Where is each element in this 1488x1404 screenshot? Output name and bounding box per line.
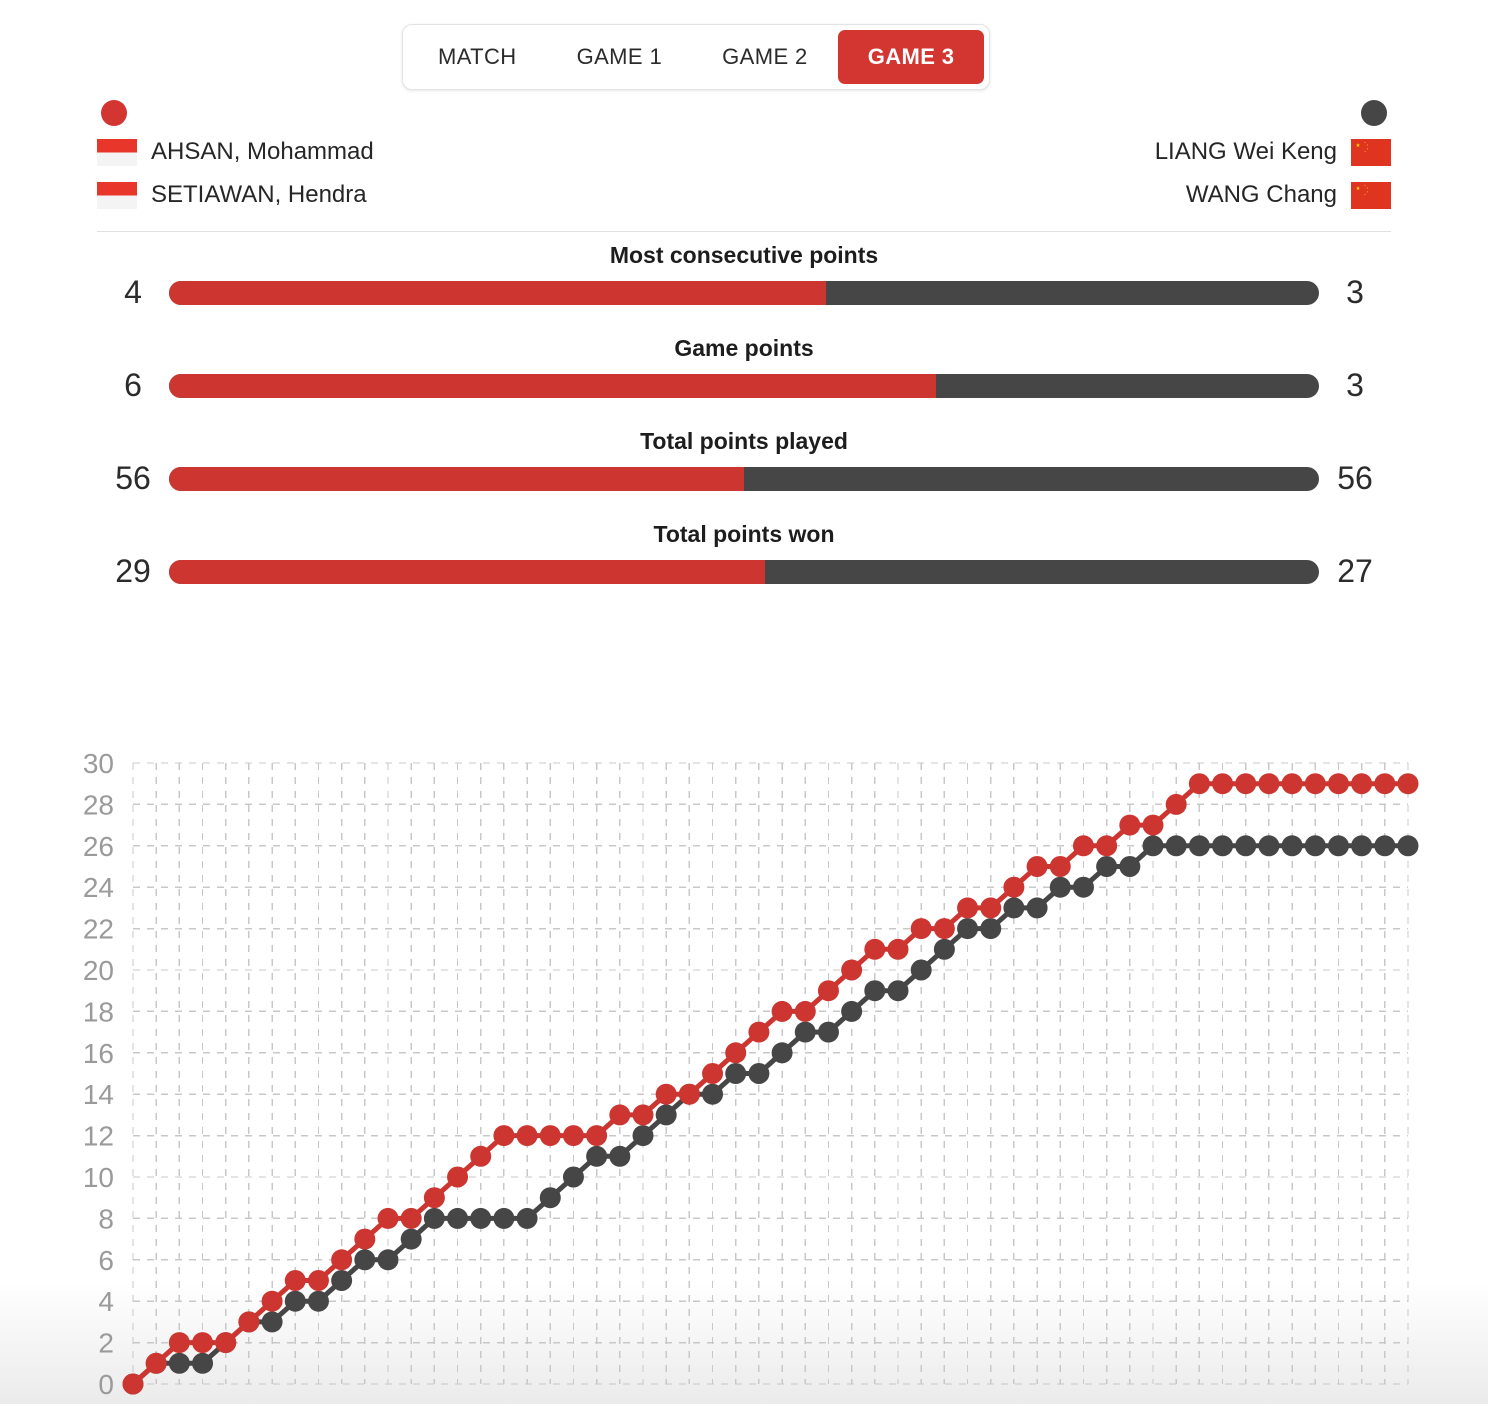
stat-bar-fill-left — [169, 373, 937, 398]
stat-title: Most consecutive points — [609, 242, 879, 268]
stat-title: Total points played — [640, 428, 848, 454]
stat-value-left: 4 — [124, 274, 142, 310]
svg-text:12: 12 — [83, 1121, 114, 1152]
stat-value-right: 3 — [1346, 367, 1364, 403]
red-dot-marker — [101, 100, 127, 126]
dark-dot-marker — [1361, 100, 1387, 126]
tab-match[interactable]: MATCH — [408, 30, 547, 84]
stat-bar — [169, 559, 1319, 584]
indonesia-flag-icon — [97, 181, 137, 209]
svg-text:18: 18 — [83, 996, 114, 1027]
player-row: SETIAWAN, Hendra — [97, 178, 374, 212]
svg-text:4: 4 — [98, 1286, 114, 1317]
legend-team-left: AHSAN, Mohammad SETIAWAN, Hendra — [97, 100, 374, 212]
svg-text:20: 20 — [83, 955, 114, 986]
stat-block: Total points played 56 56 — [0, 422, 1488, 515]
stat-bar-fill-left — [169, 280, 826, 305]
svg-text:16: 16 — [83, 1038, 114, 1069]
svg-text:10: 10 — [83, 1162, 114, 1193]
stat-value-left: 6 — [124, 367, 142, 403]
china-flag-icon — [1351, 181, 1391, 209]
stat-value-right: 3 — [1346, 274, 1364, 310]
stat-value-left: 56 — [115, 460, 151, 496]
match-statistics-page: MATCH GAME 1 GAME 2 GAME 3 AHSAN, Mohammad … — [0, 0, 1488, 1404]
tab-game-2[interactable]: GAME 2 — [692, 30, 838, 84]
legend-team-right: LIANG Wei Keng WANG Chang — [1155, 100, 1391, 212]
indonesia-flag-icon — [97, 138, 137, 166]
stat-bar-fill-left — [169, 559, 765, 584]
stat-value-right: 27 — [1337, 553, 1373, 589]
stat-bar — [169, 280, 1319, 305]
stat-title: Total points won — [653, 521, 835, 547]
svg-text:22: 22 — [83, 914, 114, 945]
stat-title: Game points — [674, 335, 814, 361]
svg-text:28: 28 — [83, 789, 114, 820]
china-flag-icon — [1351, 138, 1391, 166]
stat-bar — [169, 466, 1319, 491]
svg-text:6: 6 — [98, 1245, 114, 1276]
tab-game-1[interactable]: GAME 1 — [547, 30, 693, 84]
stat-value-right: 56 — [1337, 460, 1373, 496]
game-tabs: MATCH GAME 1 GAME 2 GAME 3 — [402, 24, 991, 90]
stat-block: Game points 6 3 — [0, 329, 1488, 422]
stat-value-left: 29 — [115, 553, 151, 589]
player-name: AHSAN, Mohammad — [151, 138, 374, 165]
player-name: SETIAWAN, Hendra — [151, 181, 367, 208]
stat-row: 43 — [97, 274, 1391, 311]
legend-divider — [97, 231, 1391, 232]
chart-svg: 024681012141618202224262830 — [0, 718, 1488, 1404]
stat-bar — [169, 373, 1319, 398]
player-name: WANG Chang — [1185, 181, 1337, 208]
stat-row: 63 — [97, 367, 1391, 404]
stat-row: 29 27 — [97, 553, 1391, 590]
stat-row: 56 56 — [97, 460, 1391, 497]
stat-block: Most consecutive points 4 3 — [0, 236, 1488, 329]
player-row: WANG Chang — [1155, 178, 1391, 212]
tab-game-3[interactable]: GAME 3 — [837, 30, 985, 84]
svg-text:2: 2 — [98, 1328, 114, 1359]
svg-text:26: 26 — [83, 831, 114, 862]
player-name: LIANG Wei Keng — [1154, 138, 1337, 165]
points-progression-chart: 0 2 4 6 8 10 12 14 16 18 20 22 24 26 28 30 — [0, 718, 1488, 1404]
svg-text:30: 30 — [83, 748, 114, 779]
stat-block: Total points won 29 27 — [0, 515, 1488, 608]
svg-text:14: 14 — [83, 1079, 114, 1110]
players-legend: AHSAN, Mohammad SETIAWAN, Hendra LIANG W… — [0, 100, 1488, 232]
player-row: LIANG Wei Keng — [1155, 135, 1391, 169]
stat-bar-fill-left — [169, 466, 744, 491]
game-tabs-container: MATCH GAME 1 GAME 2 GAME 3 — [402, 24, 991, 90]
player-row: AHSAN, Mohammad — [97, 135, 374, 169]
statistics-bars: Most consecutive points 4 3 Game points 6 3 To… — [0, 236, 1488, 608]
svg-text:24: 24 — [83, 872, 114, 903]
svg-text:8: 8 — [98, 1203, 114, 1234]
svg-text:0: 0 — [98, 1369, 114, 1400]
